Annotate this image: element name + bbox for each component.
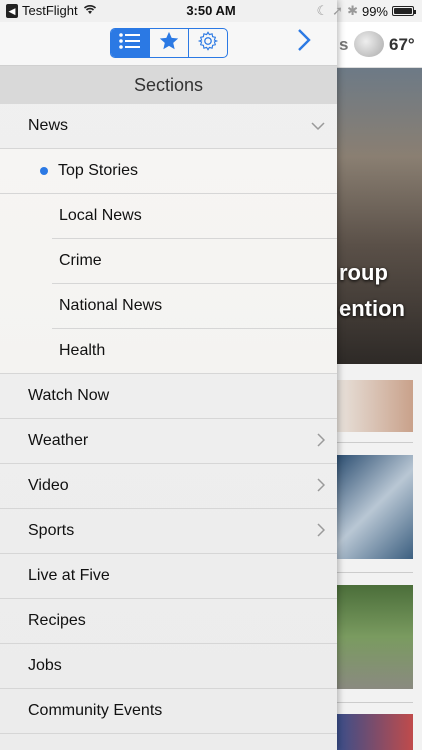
menu-item-sports[interactable]: Sports <box>0 509 337 554</box>
menu-item-label: Top Stories <box>58 162 139 179</box>
status-bar: ◀ TestFlight 3:50 AM ☾ ➚ ✱ 99% <box>0 0 422 22</box>
background-header: s 67° <box>337 22 422 68</box>
bluetooth-icon: ✱ <box>347 3 358 18</box>
menu-item-local-news[interactable]: Local News <box>52 194 337 239</box>
chevron-down-icon <box>311 118 325 134</box>
menu-item-news[interactable]: News <box>0 104 337 149</box>
star-icon <box>158 30 180 57</box>
chevron-right-icon <box>317 432 326 450</box>
menu-item-national-news[interactable]: National News <box>52 284 337 329</box>
menu-item-label: Video <box>28 477 69 494</box>
menu-item-jobs[interactable]: Jobs <box>0 644 337 689</box>
menu-item-recipes[interactable]: Recipes <box>0 599 337 644</box>
battery-icon <box>392 6 416 16</box>
menu-item-label: Health <box>59 342 106 359</box>
menu-item-label: National News <box>59 297 163 314</box>
chevron-right-icon <box>317 522 326 540</box>
menu-item-community-events[interactable]: Community Events <box>0 689 337 734</box>
news-subsections: Top Stories Local News Crime National Ne… <box>0 149 337 374</box>
story-thumbnail[interactable] <box>337 714 413 750</box>
divider <box>337 442 413 443</box>
menu-item-label: Weather <box>28 432 89 449</box>
story-thumbnail[interactable] <box>337 585 413 689</box>
story-thumbnail[interactable] <box>337 455 413 559</box>
divider <box>337 572 413 573</box>
menu-item-label: Recipes <box>28 612 86 629</box>
battery-percent: 99% <box>361 3 388 19</box>
menu-item-label: News <box>28 117 69 134</box>
divider <box>337 702 413 703</box>
background-app: s 67° roup ention <box>337 0 422 750</box>
weather-cloud-icon <box>354 31 384 57</box>
segment-sections[interactable] <box>111 29 150 57</box>
hero-headline-line1: roup <box>339 260 388 285</box>
menu-item-video[interactable]: Video <box>0 464 337 509</box>
drawer-toolbar <box>0 22 337 66</box>
status-right: ☾ ➚ ✱ 99% <box>316 3 416 19</box>
menu-item-label: Crime <box>59 252 102 269</box>
sections-drawer: Sections News Top Stories Local News Cri… <box>0 0 337 750</box>
menu-item-crime[interactable]: Crime <box>52 239 337 284</box>
story-thumbnail[interactable] <box>337 380 413 432</box>
menu-item-label: Watch Now <box>28 387 110 404</box>
list-icon <box>117 31 143 56</box>
menu-item-label: Live at Five <box>28 567 110 584</box>
menu-item-label: Local News <box>59 207 142 224</box>
menu-item-top-stories[interactable]: Top Stories <box>0 149 337 194</box>
chevron-right-icon[interactable] <box>297 28 315 59</box>
menu-item-label: Community Events <box>28 702 163 719</box>
gear-icon <box>197 30 219 57</box>
menu-item-watch-now[interactable]: Watch Now <box>0 374 337 419</box>
sections-title: Sections <box>0 66 337 104</box>
menu-item-label: Sports <box>28 522 75 539</box>
segment-settings[interactable] <box>189 29 227 57</box>
hero-image[interactable]: roup ention <box>337 68 422 364</box>
moon-icon: ☾ <box>316 3 329 18</box>
menu-item-weather[interactable]: Weather <box>0 419 337 464</box>
menu-item-health[interactable]: Health <box>0 329 337 374</box>
temperature: 67° <box>389 35 415 54</box>
menu-item-label: Jobs <box>28 657 62 674</box>
selected-dot-icon <box>40 167 48 175</box>
location-icon: ➚ <box>332 3 344 18</box>
sections-menu: News Top Stories Local News Crime Nation… <box>0 104 337 734</box>
chevron-right-icon <box>317 477 326 495</box>
segmented-control <box>110 28 228 58</box>
hero-headline-line2: ention <box>339 296 405 321</box>
menu-item-live-at-five[interactable]: Live at Five <box>0 554 337 599</box>
background-header-text: s <box>339 35 349 54</box>
segment-favorites[interactable] <box>150 29 189 57</box>
